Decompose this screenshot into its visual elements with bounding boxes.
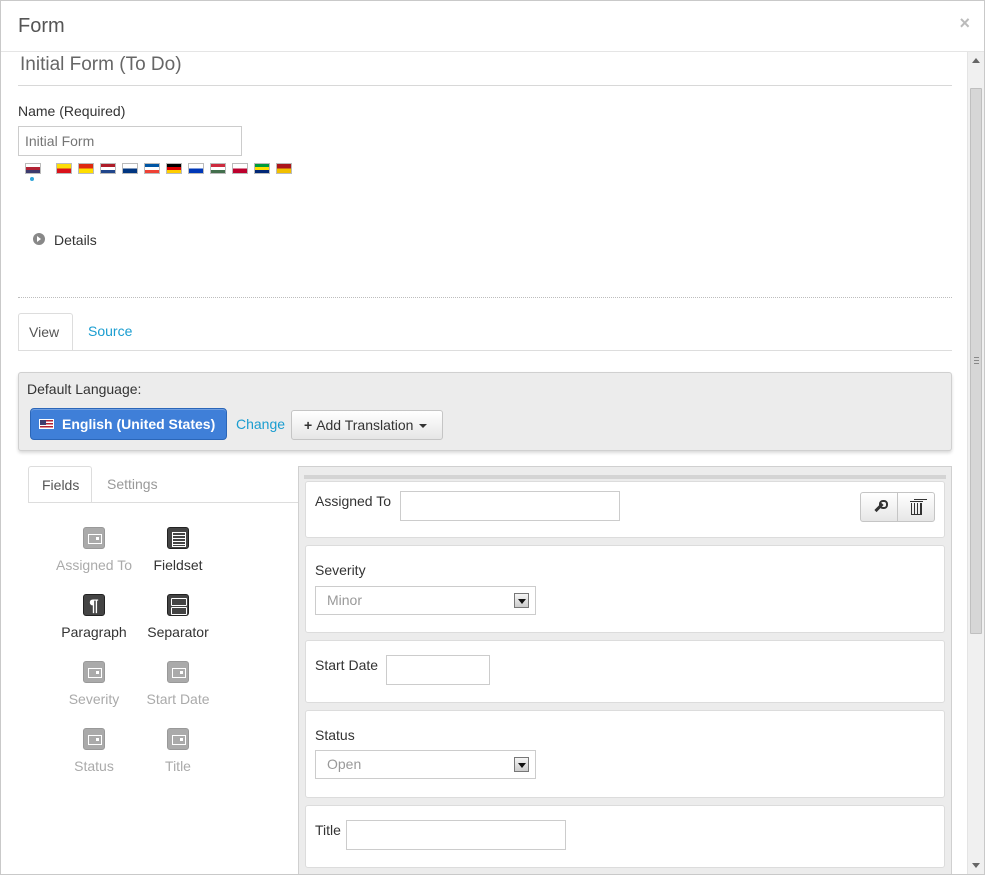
tabs-divider <box>18 350 952 351</box>
field-label: Title <box>315 822 341 838</box>
add-translation-label: Add Translation <box>316 417 414 433</box>
change-language-link[interactable]: Change <box>236 416 285 432</box>
input-field-icon <box>83 527 105 549</box>
current-language-label: English (United States) <box>62 416 216 432</box>
language-panel: Default Language: English (United States… <box>18 372 952 451</box>
palette-label: Fieldset <box>153 557 203 573</box>
field-label: Assigned To <box>315 493 392 509</box>
palette-item-fieldset[interactable]: Fieldset <box>128 527 228 573</box>
flag-us-icon <box>39 419 54 429</box>
details-divider <box>18 297 952 298</box>
palette-item-separator[interactable]: Separator <box>128 594 228 640</box>
paragraph-icon: ¶ <box>83 594 105 616</box>
canvas-top-bar <box>304 475 946 479</box>
separator-icon <box>167 594 189 616</box>
fieldset-icon <box>167 527 189 549</box>
flag-us-icon[interactable] <box>25 163 41 174</box>
tab-settings-label: Settings <box>107 476 158 492</box>
flag-finland-icon[interactable] <box>122 163 138 174</box>
chevron-down-icon <box>514 593 529 608</box>
details-label: Details <box>54 232 97 248</box>
side-tabs-divider <box>28 502 298 503</box>
tab-fields[interactable]: Fields <box>28 466 92 503</box>
flag-germany-icon[interactable] <box>166 163 182 174</box>
title-divider <box>18 85 952 86</box>
input-field-icon <box>83 661 105 683</box>
close-icon[interactable]: × <box>959 13 970 33</box>
assigned-to-input[interactable] <box>400 491 620 521</box>
palette-label: Title <box>165 758 191 774</box>
severity-value: Minor <box>327 592 363 608</box>
palette-label: Start Date <box>146 691 210 707</box>
form-modal: Form × Initial Form (To Do) Name (Requir… <box>0 0 985 875</box>
flag-france-icon[interactable] <box>144 163 160 174</box>
tab-fields-label: Fields <box>42 477 80 493</box>
modal-header: Form × <box>1 1 984 52</box>
flag-brazil-icon[interactable] <box>254 163 270 174</box>
field-label: Start Date <box>315 657 379 673</box>
field-card-start-date[interactable]: Start Date <box>305 640 945 703</box>
input-field-icon <box>167 728 189 750</box>
flag-israel-icon[interactable] <box>188 163 204 174</box>
field-card-severity[interactable]: Severity Minor <box>305 545 945 633</box>
add-translation-button[interactable]: + Add Translation <box>291 410 443 440</box>
flag-catalonia-icon[interactable] <box>56 163 72 174</box>
title-input[interactable] <box>346 820 566 850</box>
flag-japan-icon[interactable] <box>232 163 248 174</box>
start-date-input[interactable] <box>386 655 490 685</box>
field-label: Severity <box>315 562 366 578</box>
status-select[interactable]: Open <box>315 750 536 779</box>
input-field-icon <box>83 728 105 750</box>
palette-item-title: Title <box>128 728 228 774</box>
severity-select[interactable]: Minor <box>315 586 536 615</box>
flag-spain-icon[interactable] <box>276 163 292 174</box>
flag-hungary-icon[interactable] <box>210 163 226 174</box>
flag-china-icon[interactable] <box>78 163 94 174</box>
field-label: Status <box>315 727 355 743</box>
chevron-down-icon <box>514 757 529 772</box>
name-label: Name (Required) <box>18 103 126 119</box>
field-card-status[interactable]: Status Open <box>305 710 945 798</box>
default-language-label: Default Language: <box>27 381 142 397</box>
tab-source-label: Source <box>88 323 133 339</box>
chevron-right-circle-icon <box>33 233 45 245</box>
selected-flag-indicator <box>30 177 34 181</box>
grip-icon <box>974 357 979 364</box>
field-tools <box>860 492 935 522</box>
field-card-assigned-to[interactable]: Assigned To <box>305 481 945 538</box>
wrench-icon[interactable] <box>861 493 898 521</box>
form-title: Initial Form (To Do) <box>20 54 182 75</box>
input-field-icon <box>167 661 189 683</box>
tab-view-label: View <box>29 324 60 340</box>
current-language-button[interactable]: English (United States) <box>30 408 227 440</box>
flag-netherlands-icon[interactable] <box>100 163 116 174</box>
scroll-up-icon[interactable] <box>972 58 980 63</box>
plus-icon: + <box>304 417 313 433</box>
name-input[interactable] <box>18 126 242 156</box>
status-value: Open <box>327 756 362 772</box>
form-builder-canvas: Assigned To Severity Minor Start Date St… <box>298 466 952 874</box>
tab-source[interactable]: Source <box>78 313 142 351</box>
scrollbar-thumb[interactable] <box>970 88 982 634</box>
caret-down-icon <box>419 424 428 429</box>
tab-view[interactable]: View <box>18 313 73 351</box>
palette-label: Separator <box>147 624 209 640</box>
palette-item-start-date: Start Date <box>128 661 228 707</box>
trash-icon[interactable] <box>898 493 935 521</box>
field-card-title[interactable]: Title <box>305 805 945 868</box>
modal-body: Initial Form (To Do) Name (Required) Det… <box>1 52 967 874</box>
vertical-scrollbar[interactable] <box>967 52 984 874</box>
scroll-down-icon[interactable] <box>972 863 980 868</box>
tab-settings[interactable]: Settings <box>97 466 168 504</box>
modal-title: Form <box>18 15 65 37</box>
